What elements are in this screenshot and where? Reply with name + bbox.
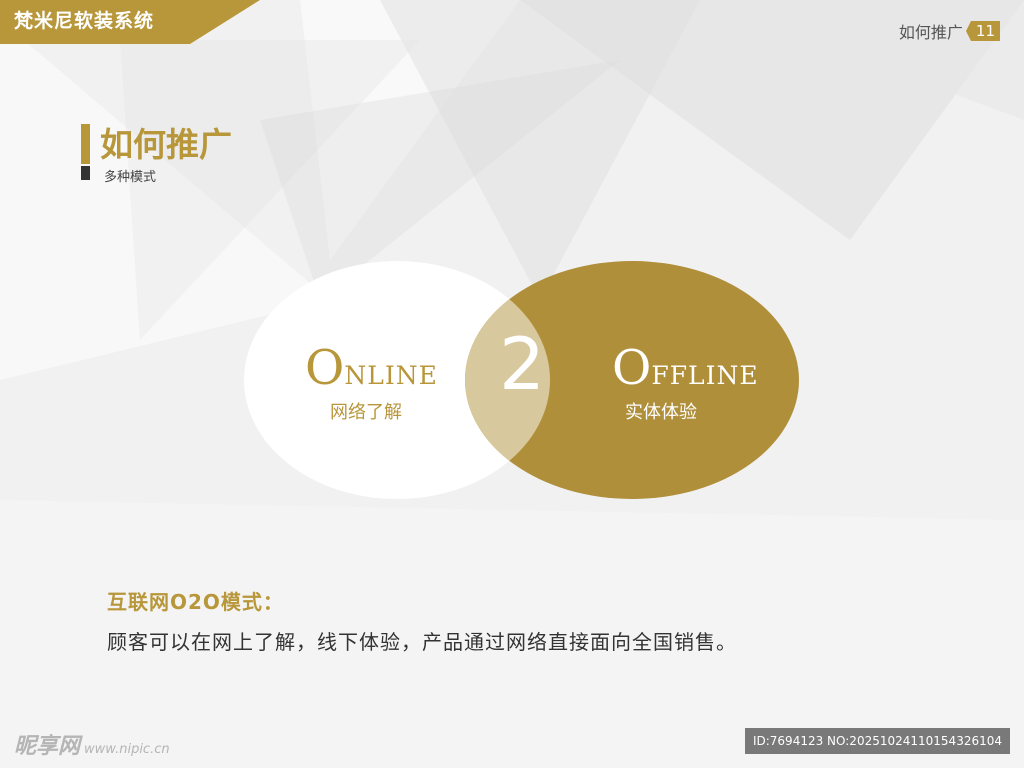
watermark-id: ID:7694123 NO:20251024110154326104 [744, 728, 1010, 754]
online-title-cap: O [305, 340, 345, 396]
watermark-logo-text: 昵享网 [14, 734, 81, 759]
center-number: 2 [499, 322, 545, 406]
watermark-logo: 昵享网 www.nipic.cn [14, 728, 170, 760]
o2o-description: 顾客可以在网上了解，线下体验，产品通过网络直接面向全国销售。 [107, 630, 737, 654]
online-title-rest: NLINE [344, 361, 438, 390]
offline-title-rest: FFLINE [651, 361, 759, 390]
offline-title: OFFLINE [612, 340, 759, 396]
online-title: ONLINE [305, 340, 438, 396]
offline-label: 实体体验 [625, 402, 697, 423]
o2o-heading: 互联网O2O模式： [107, 590, 284, 614]
watermark-site: www.nipic.cn [84, 742, 170, 757]
offline-title-cap: O [612, 340, 652, 396]
online-label: 网络了解 [330, 402, 402, 423]
